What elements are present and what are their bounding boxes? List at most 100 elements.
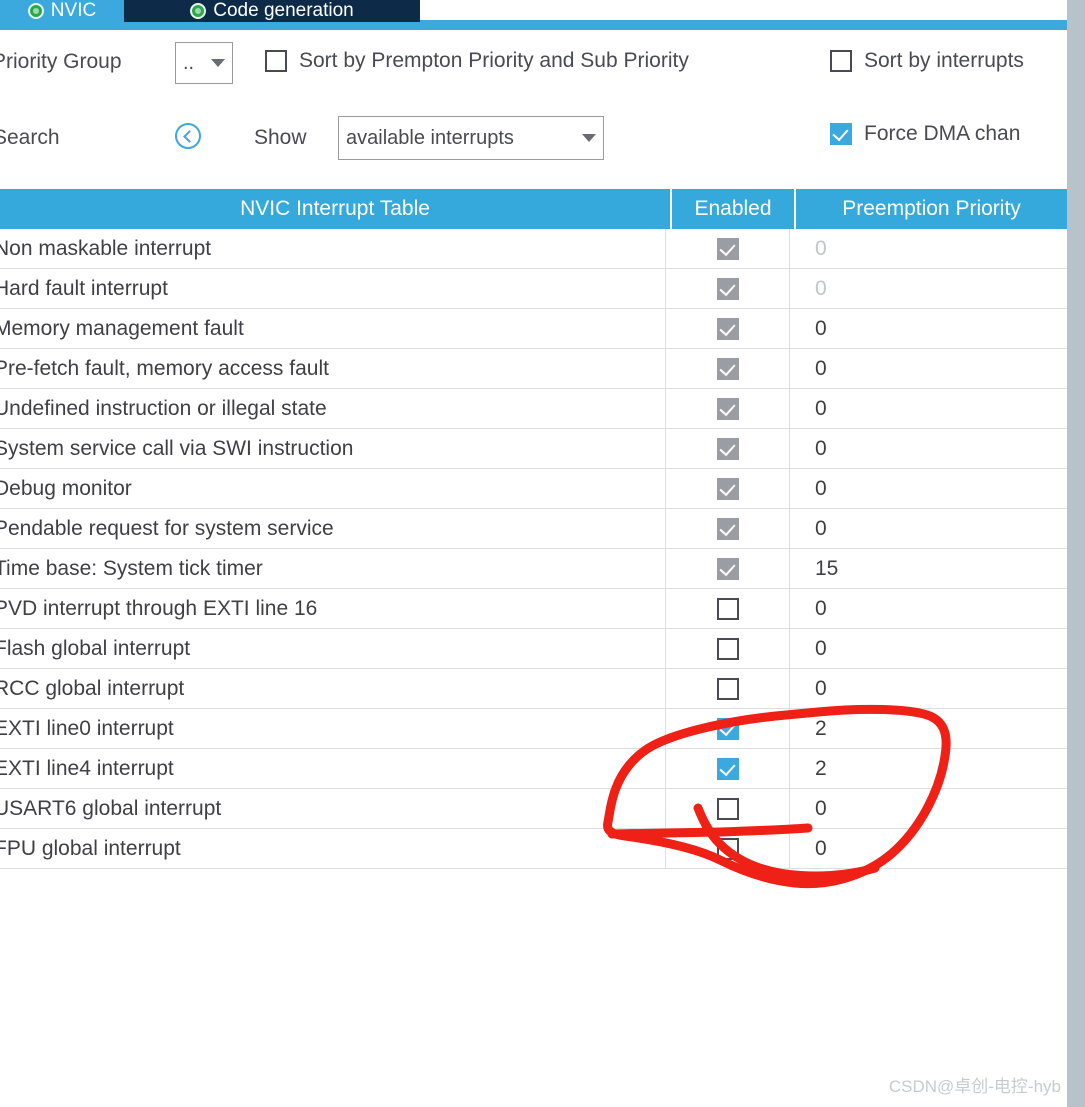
force-dma-channels-label: Force DMA chan	[864, 122, 1021, 145]
interrupt-name-cell: PVD interrupt through EXTI line 16	[0, 589, 666, 628]
enabled-cell[interactable]	[666, 229, 790, 268]
enabled-cell[interactable]	[666, 669, 790, 708]
chevron-down-icon	[582, 134, 596, 142]
search-label: Search	[0, 126, 60, 149]
tab-nvic-label: NVIC	[50, 0, 97, 21]
interrupt-name-cell: Undefined instruction or illegal state	[0, 389, 666, 428]
table-row[interactable]: EXTI line4 interrupt 2	[0, 749, 1067, 789]
force-dma-channels-checkbox[interactable]: Force DMA chan	[830, 122, 1020, 146]
column-header-preemption-priority[interactable]: Preemption Priority	[796, 189, 1067, 229]
enabled-cell[interactable]	[666, 789, 790, 828]
preemption-priority-cell[interactable]: 0	[790, 469, 1061, 508]
preemption-priority-cell[interactable]: 2	[790, 749, 1061, 788]
enabled-checkbox[interactable]	[716, 357, 739, 380]
enabled-cell[interactable]	[666, 349, 790, 388]
enabled-checkbox[interactable]	[716, 397, 739, 420]
preemption-priority-cell[interactable]: 0	[790, 789, 1061, 828]
preemption-priority-cell[interactable]: 0	[790, 589, 1061, 628]
show-label: Show	[254, 126, 307, 149]
toolbar-row-priority: Priority Group .. Sort by Prempton Prior…	[0, 32, 1067, 92]
show-filter-select[interactable]: available interrupts	[338, 116, 604, 160]
preemption-priority-cell[interactable]: 0	[790, 669, 1061, 708]
preemption-priority-cell[interactable]: 0	[790, 309, 1061, 348]
enabled-checkbox[interactable]	[716, 757, 739, 780]
interrupt-name-cell: Non maskable interrupt	[0, 229, 666, 268]
enabled-checkbox[interactable]	[716, 557, 739, 580]
table-row[interactable]: EXTI line0 interrupt 2	[0, 709, 1067, 749]
preemption-priority-cell[interactable]: 2	[790, 709, 1061, 748]
enabled-cell[interactable]	[666, 709, 790, 748]
preemption-priority-cell[interactable]: 0	[790, 389, 1061, 428]
sort-by-premption-priority-label: Sort by Prempton Priority and Sub Priori…	[299, 49, 689, 72]
table-row[interactable]: RCC global interrupt 0	[0, 669, 1067, 709]
green-check-circle-icon	[190, 3, 207, 19]
vertical-scrollbar-thumb[interactable]	[1067, 0, 1085, 1107]
watermark: CSDN@卓创-电控-hyb	[888, 1077, 1061, 1096]
table-row[interactable]: PVD interrupt through EXTI line 16 0	[0, 589, 1067, 629]
vertical-scrollbar[interactable]	[1067, 0, 1085, 1107]
preemption-priority-cell[interactable]: 0	[790, 269, 1061, 308]
enabled-checkbox[interactable]	[716, 317, 739, 340]
enabled-cell[interactable]	[666, 749, 790, 788]
checkbox-box	[830, 50, 852, 72]
table-header-row: NVIC Interrupt Table Enabled Preemption …	[0, 189, 1067, 229]
enabled-cell[interactable]	[666, 429, 790, 468]
table-row[interactable]: Pendable request for system service 0	[0, 509, 1067, 549]
enabled-checkbox[interactable]	[716, 597, 739, 620]
checkbox-box-checked	[830, 123, 852, 145]
enabled-cell[interactable]	[666, 389, 790, 428]
enabled-cell[interactable]	[666, 629, 790, 668]
table-row[interactable]: Debug monitor 0	[0, 469, 1067, 509]
preemption-priority-cell[interactable]: 0	[790, 429, 1061, 468]
column-header-enabled[interactable]: Enabled	[672, 189, 796, 229]
enabled-checkbox[interactable]	[716, 837, 739, 860]
preemption-priority-cell[interactable]: 0	[790, 829, 1061, 868]
enabled-cell[interactable]	[666, 309, 790, 348]
tab-nvic[interactable]: NVIC	[0, 0, 124, 22]
enabled-checkbox[interactable]	[716, 677, 739, 700]
table-row[interactable]: Time base: System tick timer 15	[0, 549, 1067, 589]
circle-chevron-left-icon[interactable]	[175, 123, 201, 149]
table-row[interactable]: Non maskable interrupt 0	[0, 229, 1067, 269]
sort-by-interrupts-checkbox[interactable]: Sort by interrupts	[830, 49, 1024, 73]
enabled-checkbox[interactable]	[716, 477, 739, 500]
interrupt-name-cell: RCC global interrupt	[0, 669, 666, 708]
tab-code-generation-label: Code generation	[213, 0, 354, 21]
table-row[interactable]: System service call via SWI instruction 0	[0, 429, 1067, 469]
preemption-priority-cell[interactable]: 0	[790, 349, 1061, 388]
table-body: Non maskable interrupt 0 Hard fault interr…	[0, 229, 1067, 869]
table-row[interactable]: Pre-fetch fault, memory access fault 0	[0, 349, 1067, 389]
enabled-checkbox[interactable]	[716, 637, 739, 660]
interrupt-name-cell: Flash global interrupt	[0, 629, 666, 668]
enabled-cell[interactable]	[666, 589, 790, 628]
preemption-priority-cell[interactable]: 15	[790, 549, 1061, 588]
enabled-checkbox[interactable]	[716, 237, 739, 260]
table-row[interactable]: Flash global interrupt 0	[0, 629, 1067, 669]
enabled-checkbox[interactable]	[716, 517, 739, 540]
interrupt-name-cell: FPU global interrupt	[0, 829, 666, 868]
preemption-priority-cell[interactable]: 0	[790, 629, 1061, 668]
column-header-name[interactable]: NVIC Interrupt Table	[0, 189, 672, 229]
enabled-cell[interactable]	[666, 509, 790, 548]
enabled-checkbox[interactable]	[716, 717, 739, 740]
enabled-cell[interactable]	[666, 829, 790, 868]
table-row[interactable]: Hard fault interrupt 0	[0, 269, 1067, 309]
tab-code-generation[interactable]: Code generation	[124, 0, 420, 22]
enabled-cell[interactable]	[666, 469, 790, 508]
enabled-checkbox[interactable]	[716, 797, 739, 820]
table-row[interactable]: Undefined instruction or illegal state 0	[0, 389, 1067, 429]
enabled-cell[interactable]	[666, 549, 790, 588]
enabled-cell[interactable]	[666, 269, 790, 308]
table-row[interactable]: Memory management fault 0	[0, 309, 1067, 349]
tab-strip: NVIC Code generation	[0, 0, 1067, 30]
priority-group-label: Priority Group	[0, 50, 122, 73]
table-row[interactable]: USART6 global interrupt 0	[0, 789, 1067, 829]
sort-by-premption-priority-checkbox[interactable]: Sort by Prempton Priority and Sub Priori…	[265, 49, 689, 73]
nvic-toolbar: Priority Group .. Sort by Prempton Prior…	[0, 30, 1067, 185]
table-row[interactable]: FPU global interrupt 0	[0, 829, 1067, 869]
enabled-checkbox[interactable]	[716, 437, 739, 460]
enabled-checkbox[interactable]	[716, 277, 739, 300]
preemption-priority-cell[interactable]: 0	[790, 229, 1061, 268]
preemption-priority-cell[interactable]: 0	[790, 509, 1061, 548]
priority-group-select[interactable]: ..	[175, 42, 233, 84]
